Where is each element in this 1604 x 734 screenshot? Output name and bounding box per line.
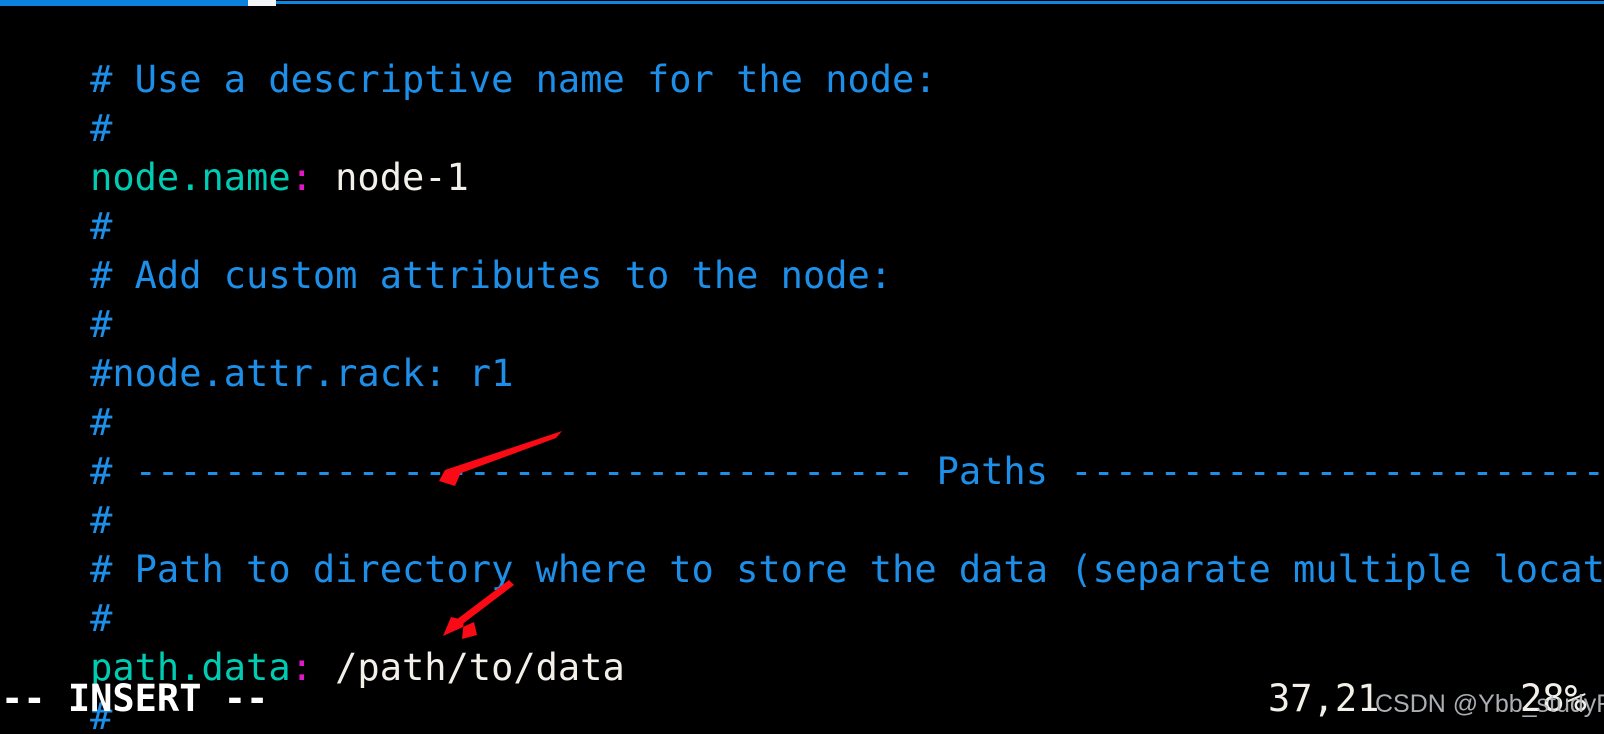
yaml-key: node.name xyxy=(90,156,291,199)
comment-text: #node.attr.rack: r1 xyxy=(90,352,514,395)
vim-status-line: -- INSERT -- 37,21 28% xyxy=(0,668,1604,734)
comment-text: # xyxy=(90,597,113,640)
comment-text: # Add custom attributes to the node: xyxy=(90,254,893,297)
top-progress-bar[interactable] xyxy=(0,0,1604,8)
csdn-watermark: CSDN @Ybb_studyRecord xyxy=(1375,690,1604,718)
top-progress-marker[interactable] xyxy=(248,0,276,6)
editor-line[interactable]: # Use a descriptive name for the node: xyxy=(0,6,1604,101)
editor-line[interactable]: # Add custom attributes to the node: xyxy=(0,202,1604,297)
yaml-value: node-1 xyxy=(312,156,469,199)
editor-line-paths-divider[interactable]: # ----------------------------------- Pa… xyxy=(0,398,1604,493)
comment-text: # xyxy=(90,499,113,542)
terminal-text-buffer[interactable]: # Use a descriptive name for the node: #… xyxy=(0,6,1604,734)
comment-text: # Use a descriptive name for the node: xyxy=(90,58,937,101)
comment-text: # xyxy=(90,401,113,444)
editor-mode-indicator: -- INSERT -- xyxy=(1,677,269,720)
yaml-colon: : xyxy=(290,156,313,199)
editor-line-path-data[interactable]: path.data: /path/to/data xyxy=(0,594,1604,689)
section-divider-text: # ----------------------------------- Pa… xyxy=(90,450,1604,493)
editor-line-node-attr-rack[interactable]: #node.attr.rack: r1 xyxy=(0,300,1604,395)
comment-text: # xyxy=(90,303,113,346)
comment-text: # xyxy=(90,205,113,248)
editor-line-node-name[interactable]: node.name: node-1 xyxy=(0,104,1604,199)
comment-text: # Path to directory where to store the d… xyxy=(90,548,1604,591)
top-progress-fill xyxy=(0,0,248,6)
cursor-position-ruler: 37,21 xyxy=(1268,677,1380,720)
editor-line[interactable]: # Path to directory where to store the d… xyxy=(0,496,1604,591)
comment-text: # xyxy=(90,107,113,150)
